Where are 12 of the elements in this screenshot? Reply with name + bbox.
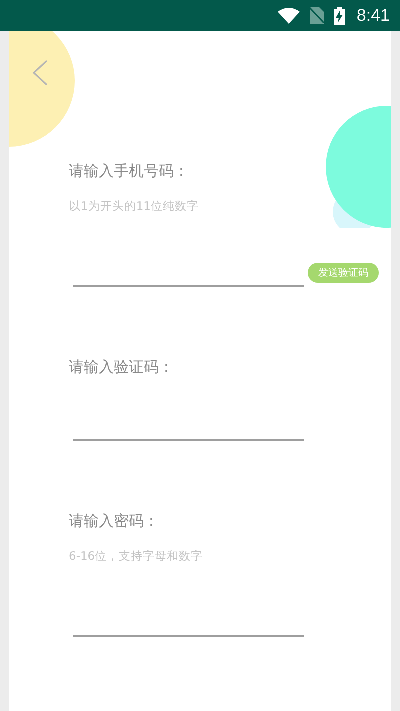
field-label: 请输入验证码： bbox=[69, 357, 175, 378]
back-icon bbox=[32, 60, 48, 86]
no-sim-icon bbox=[310, 7, 324, 24]
hint-text: 以1为开头的11位纯数字 bbox=[69, 198, 199, 214]
field-label: 请输入密码： bbox=[69, 511, 160, 532]
send-code-button[interactable]: 发送验证码 bbox=[308, 263, 379, 283]
wifi-icon bbox=[278, 8, 300, 24]
battery-charging-icon bbox=[334, 6, 345, 24]
back-button[interactable] bbox=[32, 60, 48, 86]
clock-time: 8:41 bbox=[356, 6, 390, 26]
field-label: 请输入手机号码： bbox=[69, 161, 190, 182]
hint-text: 6-16位，支持字母和数字 bbox=[69, 548, 204, 564]
